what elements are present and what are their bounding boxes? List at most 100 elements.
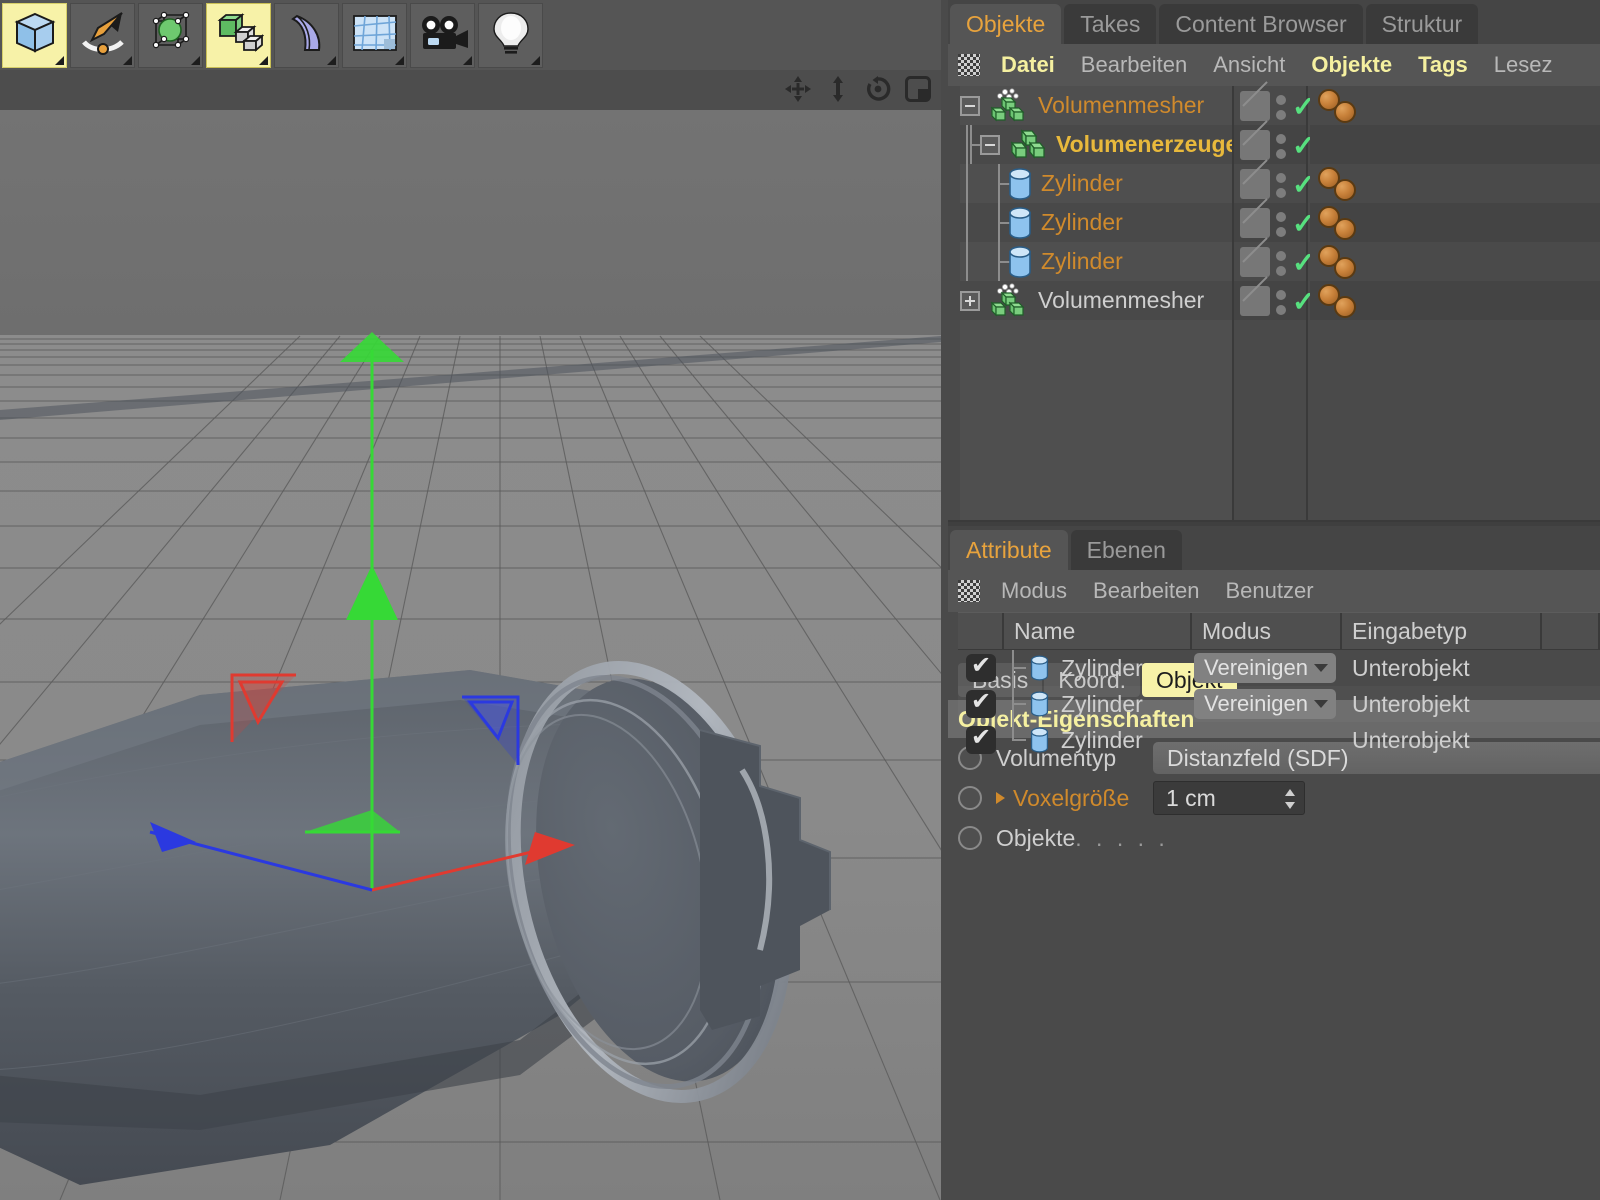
menu-item-tags[interactable]: Tags bbox=[1405, 52, 1481, 78]
object-tags-row[interactable] bbox=[1310, 203, 1600, 242]
light-tool[interactable] bbox=[478, 3, 543, 68]
table-column-header[interactable]: Modus bbox=[1192, 613, 1342, 649]
deformer-tool[interactable] bbox=[274, 3, 339, 68]
generator-tool[interactable] bbox=[206, 3, 271, 68]
tab-ebenen[interactable]: Ebenen bbox=[1071, 530, 1182, 570]
property-row-objekte[interactable]: Objekte . . . . . bbox=[948, 818, 1600, 858]
mode-dropdown[interactable]: Vereinigen bbox=[1194, 689, 1336, 719]
menu-item-benutzer[interactable]: Benutzer bbox=[1212, 578, 1326, 604]
menu-item-ansicht[interactable]: Ansicht bbox=[1200, 52, 1298, 78]
visibility-dots-icon[interactable] bbox=[1276, 290, 1286, 320]
row-enable-checkbox[interactable] bbox=[958, 650, 1004, 686]
layout-view-icon[interactable] bbox=[903, 74, 933, 104]
object-tree-row[interactable]: Volumenmesher bbox=[960, 86, 1232, 125]
row-mode-cell[interactable] bbox=[1192, 722, 1342, 758]
row-mode-cell[interactable]: Vereinigen bbox=[1192, 686, 1342, 722]
tab-attribute[interactable]: Attribute bbox=[950, 530, 1068, 570]
viewport-3d-scene[interactable] bbox=[0, 110, 941, 1200]
drag-grip-icon[interactable] bbox=[958, 580, 980, 602]
tag-group[interactable] bbox=[1318, 89, 1378, 123]
visibility-dots-icon[interactable] bbox=[1276, 251, 1286, 281]
panel-divider[interactable] bbox=[948, 520, 1600, 522]
object-visibility-row[interactable]: ✓ bbox=[1234, 125, 1306, 164]
tool-submenu-corner-icon[interactable] bbox=[123, 56, 132, 65]
chevron-right-icon[interactable] bbox=[996, 792, 1005, 804]
visibility-dots-icon[interactable] bbox=[1276, 173, 1286, 203]
tool-submenu-corner-icon[interactable] bbox=[259, 56, 268, 65]
tool-submenu-corner-icon[interactable] bbox=[55, 56, 64, 65]
object-visibility-row[interactable]: ✓ bbox=[1234, 242, 1306, 281]
voxelgroesse-radio[interactable] bbox=[958, 786, 982, 810]
pan-view-icon[interactable] bbox=[783, 74, 813, 104]
chevron-down-icon[interactable] bbox=[1314, 700, 1328, 708]
selection-tool[interactable] bbox=[2, 3, 67, 68]
tab-takes[interactable]: Takes bbox=[1064, 4, 1156, 44]
tab-objekte[interactable]: Objekte bbox=[950, 4, 1061, 44]
table-column-header[interactable]: Name bbox=[1004, 613, 1192, 649]
render-toggle-icon[interactable] bbox=[1240, 169, 1270, 199]
object-tree-row[interactable]: Zylinder bbox=[960, 203, 1232, 242]
tool-submenu-corner-icon[interactable] bbox=[463, 56, 472, 65]
voxelgroesse-input[interactable]: 1 cm bbox=[1153, 781, 1305, 815]
object-visibility-row[interactable]: ✓ bbox=[1234, 281, 1306, 320]
material-tag-icon[interactable] bbox=[1334, 179, 1356, 201]
render-toggle-icon[interactable] bbox=[1240, 91, 1270, 121]
table-column-header[interactable] bbox=[1542, 613, 1600, 649]
primitive-tool[interactable] bbox=[138, 3, 203, 68]
table-row[interactable]: ZylinderUnterobjekt bbox=[958, 722, 1600, 758]
tool-submenu-corner-icon[interactable] bbox=[395, 56, 404, 65]
row-enable-checkbox[interactable] bbox=[958, 722, 1004, 758]
tag-group[interactable] bbox=[1318, 206, 1378, 240]
object-tags-row[interactable] bbox=[1310, 242, 1600, 281]
table-row[interactable]: ZylinderVereinigenUnterobjekt bbox=[958, 650, 1600, 686]
property-row-voxelgroesse[interactable]: Voxelgröße 1 cm bbox=[948, 778, 1600, 818]
tool-submenu-corner-icon[interactable] bbox=[191, 56, 200, 65]
objekte-radio[interactable] bbox=[958, 826, 982, 850]
stepper-icon[interactable] bbox=[1284, 787, 1296, 811]
rotate-view-icon[interactable] bbox=[863, 74, 893, 104]
tab-content-browser[interactable]: Content Browser bbox=[1159, 4, 1362, 44]
tool-submenu-corner-icon[interactable] bbox=[531, 56, 540, 65]
visibility-dots-icon[interactable] bbox=[1276, 95, 1286, 125]
material-tag-icon[interactable] bbox=[1334, 101, 1356, 123]
menu-item-bearbeiten[interactable]: Bearbeiten bbox=[1068, 52, 1200, 78]
tab-struktur[interactable]: Struktur bbox=[1366, 4, 1479, 44]
tag-group[interactable] bbox=[1318, 284, 1378, 318]
object-tree[interactable]: VolumenmesherVolumenerzeugerZylinderZyli… bbox=[960, 86, 1232, 520]
tag-group[interactable] bbox=[1318, 167, 1378, 201]
object-tree-row[interactable]: Zylinder bbox=[960, 242, 1232, 281]
object-tags-row[interactable] bbox=[1310, 125, 1600, 164]
render-toggle-icon[interactable] bbox=[1240, 247, 1270, 277]
table-column-header[interactable] bbox=[958, 613, 1004, 649]
menu-item-datei[interactable]: Datei bbox=[988, 52, 1068, 78]
menu-item-objekte[interactable]: Objekte bbox=[1298, 52, 1405, 78]
scene-tool[interactable] bbox=[342, 3, 407, 68]
object-tags-row[interactable] bbox=[1310, 86, 1600, 125]
menu-item-bearbeiten[interactable]: Bearbeiten bbox=[1080, 578, 1212, 604]
material-tag-icon[interactable] bbox=[1334, 257, 1356, 279]
tag-group[interactable] bbox=[1318, 245, 1378, 279]
drag-grip-icon[interactable] bbox=[958, 54, 980, 76]
viewport[interactable] bbox=[0, 70, 941, 1200]
row-mode-cell[interactable]: Vereinigen bbox=[1192, 650, 1342, 686]
zoom-view-icon[interactable] bbox=[823, 74, 853, 104]
object-manager-body[interactable]: VolumenmesherVolumenerzeugerZylinderZyli… bbox=[948, 86, 1600, 520]
object-tree-row[interactable]: Zylinder bbox=[960, 164, 1232, 203]
render-toggle-icon[interactable] bbox=[1240, 208, 1270, 238]
object-tags-row[interactable] bbox=[1310, 164, 1600, 203]
object-tree-row[interactable]: Volumenerzeuger bbox=[960, 125, 1232, 164]
collapse-icon[interactable] bbox=[980, 135, 1000, 155]
table-column-header[interactable]: Eingabetyp bbox=[1342, 613, 1542, 649]
table-row[interactable]: ZylinderVereinigenUnterobjekt bbox=[958, 686, 1600, 722]
camera-tool[interactable] bbox=[410, 3, 475, 68]
object-tree-row[interactable]: Volumenmesher bbox=[960, 281, 1232, 320]
object-visibility-row[interactable]: ✓ bbox=[1234, 86, 1306, 125]
spline-pen-tool[interactable] bbox=[70, 3, 135, 68]
material-tag-icon[interactable] bbox=[1334, 218, 1356, 240]
render-toggle-icon[interactable] bbox=[1240, 286, 1270, 316]
object-visibility-row[interactable]: ✓ bbox=[1234, 164, 1306, 203]
object-tag-column[interactable] bbox=[1310, 86, 1600, 520]
expand-icon[interactable] bbox=[960, 291, 980, 311]
tool-submenu-corner-icon[interactable] bbox=[327, 56, 336, 65]
object-visibility-column[interactable]: ✓✓✓✓✓✓ bbox=[1232, 86, 1308, 520]
